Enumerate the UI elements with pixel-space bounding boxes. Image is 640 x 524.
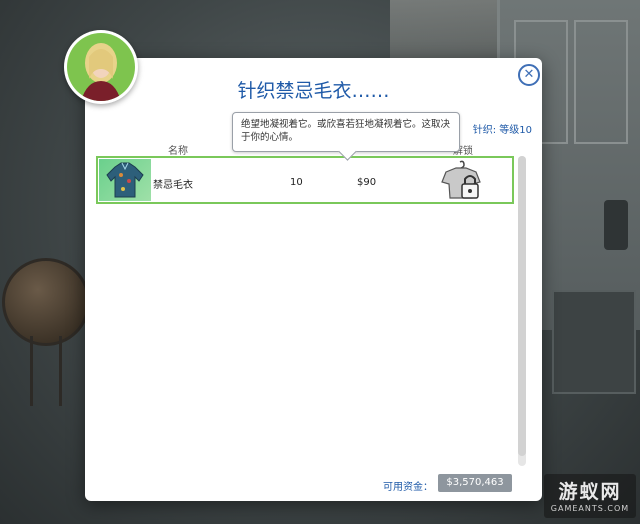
background-globe-stand bbox=[30, 336, 62, 406]
background-curtain bbox=[390, 0, 510, 60]
item-price: $90 bbox=[357, 177, 377, 188]
sim-avatar[interactable] bbox=[64, 30, 138, 104]
item-name: 禁忌毛衣 bbox=[153, 180, 193, 191]
locked-shirt-icon bbox=[440, 160, 484, 202]
sweater-icon bbox=[99, 159, 151, 201]
column-header-name: 名称 bbox=[168, 146, 188, 157]
background-lamp bbox=[604, 200, 628, 250]
close-icon[interactable]: ✕ bbox=[518, 64, 540, 86]
background-globe bbox=[2, 258, 90, 346]
site-watermark: 游蚁网 GAMEANTS.COM bbox=[544, 474, 636, 518]
list-item[interactable]: 禁忌毛衣 10 $90 bbox=[96, 156, 514, 204]
dialog-title: 针织禁忌毛衣…… bbox=[237, 80, 390, 102]
item-description-tooltip: 绝望地凝视着它。或欣喜若狂地凝视着它。这取决于你的心情。 bbox=[232, 112, 460, 161]
watermark-main: 游蚁网 bbox=[558, 481, 622, 503]
item-level: 10 bbox=[290, 177, 303, 188]
background-table bbox=[552, 290, 636, 394]
tooltip-text: 绝望地凝视着它。或欣喜若狂地凝视着它。这取决于你的心情。 bbox=[241, 119, 451, 143]
list-scrollbar[interactable] bbox=[518, 156, 526, 466]
skill-level-label: 针织: 等级10 bbox=[472, 125, 532, 136]
funds-label: 可用资金： bbox=[383, 482, 433, 493]
watermark-sub: GAMEANTS.COM bbox=[550, 504, 630, 513]
item-list: 禁忌毛衣 10 $90 bbox=[96, 156, 514, 456]
scrollbar-thumb[interactable] bbox=[518, 156, 526, 456]
funds-value: $3,570,463 bbox=[438, 474, 512, 492]
